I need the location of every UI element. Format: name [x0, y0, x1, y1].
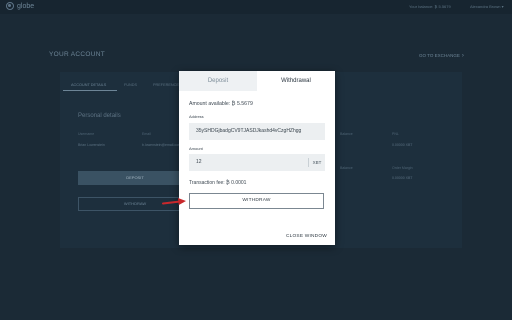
user-name: Alexandra Brown [470, 4, 501, 9]
active-tab-underline [63, 90, 117, 91]
tab-deposit[interactable]: Deposit [179, 71, 257, 91]
address-label: Address [189, 114, 204, 119]
withdraw-button[interactable]: WITHDRAW [189, 193, 324, 209]
globe-logo-icon [6, 2, 14, 10]
transaction-fee: Transaction fee: ₿ 0.0001 [189, 180, 247, 186]
tab-withdrawal[interactable]: Withdrawal [257, 71, 335, 91]
withdrawal-modal: Deposit Withdrawal Amount available: ₿ 5… [179, 71, 335, 245]
chevron-down-icon: ▾ [501, 4, 504, 9]
username-label: Username [78, 132, 95, 136]
order-margin-label: Order Margin [392, 166, 413, 170]
amount-label: Amount [189, 146, 203, 151]
go-to-exchange-link[interactable]: GO TO EXCHANGE › [419, 53, 464, 59]
logo-text: globe [17, 2, 35, 10]
page-title: YOUR ACCOUNT [49, 51, 105, 58]
address-field[interactable]: 35ySHDGjbadgCV9TJASDJkashd4vCzgHZhgg [189, 123, 325, 140]
go-to-exchange-label: GO TO EXCHANGE [419, 53, 460, 58]
personal-details-heading: Personal details [78, 113, 121, 119]
tab-account-details[interactable]: ACCOUNT DETAILS [71, 83, 106, 87]
email-label: Email [142, 132, 151, 136]
balance2-label: Balance [340, 166, 353, 170]
email-value: b.lowenstein@email.com [142, 143, 181, 147]
deposit-button[interactable]: DEPOSIT [78, 171, 192, 185]
tab-funds[interactable]: FUNDS [124, 83, 137, 87]
chevron-right-icon: › [461, 53, 464, 59]
amount-field[interactable]: 12 XBT [189, 154, 325, 171]
balance-label: Balance [340, 132, 353, 136]
red-arrow-icon [162, 198, 186, 205]
amount-value: 12 [196, 159, 202, 165]
globe-logo[interactable]: globe [6, 2, 34, 10]
amount-available: Amount available: ₿ 5.5679 [189, 101, 253, 107]
address-value: 35ySHDGjbadgCV9TJASDJkashd4vCzgHZhgg [196, 128, 302, 134]
tab-preferences[interactable]: PREFERENCES [153, 83, 181, 87]
close-window-button[interactable]: CLOSE WINDOW [286, 234, 327, 239]
top-balance: Your balance: ₿ 5.5679 [409, 4, 451, 9]
user-menu[interactable]: Alexandra Brown ▾ [470, 4, 504, 9]
pnl-value: 0.00000 XBT [392, 143, 413, 147]
modal-tabs: Deposit Withdrawal [179, 71, 335, 91]
top-bar: globe Your balance: ₿ 5.5679 Alexandra B… [0, 0, 512, 14]
username-value: Brian Lowenstein [78, 143, 105, 147]
pnl-label: PNL [392, 132, 399, 136]
order-margin-value: 0.00000 XBT [392, 176, 413, 180]
amount-unit: XBT [308, 158, 325, 167]
